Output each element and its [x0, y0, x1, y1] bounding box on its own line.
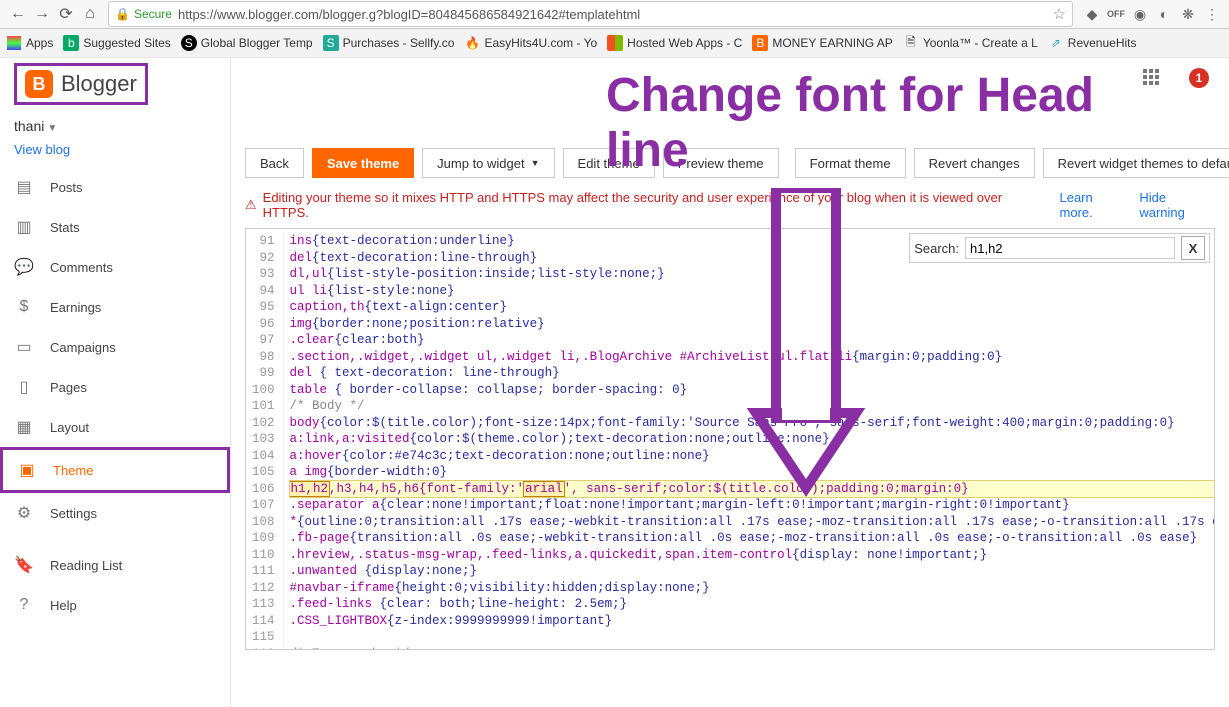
brand-text: Blogger: [61, 71, 137, 97]
gear-icon: ⚙: [14, 503, 34, 523]
view-blog-link[interactable]: View blog: [0, 138, 230, 167]
preview-theme-button[interactable]: Preview theme: [663, 148, 779, 178]
lock-icon: 🔒: [115, 7, 130, 21]
ext-icon-3[interactable]: ◐: [1153, 3, 1175, 25]
warning-icon: ⚠: [245, 197, 257, 213]
back-button[interactable]: Back: [245, 148, 304, 178]
https-warning: ⚠ Editing your theme so it mixes HTTP an…: [231, 190, 1229, 228]
line-gutter: 9192939495969798991001011021031041051061…: [246, 233, 284, 650]
sidebar-item-label: Help: [50, 598, 77, 613]
secure-label: Secure: [134, 7, 172, 21]
menu-icon[interactable]: ⋮: [1201, 3, 1223, 25]
sidebar: B Blogger thani▼ View blog ▤ Posts ▥ Stats…: [0, 58, 231, 707]
reload-icon[interactable]: ⟳: [54, 2, 78, 26]
main-layout: B Blogger thani▼ View blog ▤Posts ▥Stats…: [0, 58, 1229, 707]
sidebar-item-stats[interactable]: ▥ Stats: [0, 207, 230, 247]
bookmark-item[interactable]: SPurchases - Sellfy.co: [323, 35, 455, 51]
format-theme-button[interactable]: Format theme: [795, 148, 906, 178]
sidebar-item-label: Reading List: [50, 558, 122, 573]
code-editor[interactable]: Search: X 919293949596979899100101102103…: [245, 228, 1215, 650]
back-icon[interactable]: ←: [6, 2, 30, 26]
bookmark-item[interactable]: bSuggested Sites: [63, 35, 170, 51]
bookmark-item[interactable]: Hosted Web Apps - C: [607, 35, 742, 51]
sidebar-item-label: Stats: [50, 220, 80, 235]
sidebar-item-label: Campaigns: [50, 340, 116, 355]
campaigns-icon: ▭: [14, 337, 34, 357]
header-right: 1: [1143, 68, 1209, 88]
address-bar[interactable]: 🔒 Secure https://www.blogger.com/blogger…: [108, 1, 1073, 27]
blog-selector[interactable]: thani▼: [0, 110, 230, 138]
sidebar-item-theme[interactable]: ▣ Theme: [0, 447, 230, 493]
ext-icon-2[interactable]: ◉: [1129, 3, 1151, 25]
pages-icon: ▯: [14, 377, 34, 397]
ext-icon-off[interactable]: OFF: [1105, 3, 1127, 25]
edit-theme-button[interactable]: Edit theme: [563, 148, 655, 178]
notification-badge[interactable]: 1: [1189, 68, 1209, 88]
bookmark-item[interactable]: ⇗RevenueHits: [1048, 35, 1137, 51]
code-lines[interactable]: ins{text-decoration:underline}del{text-d…: [284, 233, 1215, 650]
sidebar-item-label: Theme: [53, 463, 93, 478]
chevron-down-icon: ▼: [47, 123, 57, 134]
close-search-button[interactable]: X: [1181, 236, 1205, 260]
theme-toolbar: Back Save theme Jump to widget▼ Edit the…: [231, 58, 1229, 190]
sidebar-item-posts[interactable]: ▤ Posts: [0, 167, 230, 207]
search-label: Search:: [914, 241, 959, 256]
learn-more-link[interactable]: Learn more.: [1059, 190, 1129, 220]
posts-icon: ▤: [14, 177, 34, 197]
blog-name: thani: [14, 118, 44, 134]
bookmark-item[interactable]: SGlobal Blogger Temp: [181, 35, 313, 51]
browser-toolbar: ← → ⟳ ⌂ 🔒 Secure https://www.blogger.com…: [0, 0, 1229, 29]
sidebar-item-earnings[interactable]: $ Earnings: [0, 287, 230, 327]
blogger-logo[interactable]: B Blogger: [14, 63, 148, 105]
sidebar-item-label: Settings: [50, 506, 97, 521]
stats-icon: ▥: [14, 217, 34, 237]
home-icon[interactable]: ⌂: [78, 2, 102, 26]
theme-icon: ▣: [17, 460, 37, 480]
sidebar-item-readinglist[interactable]: 🔖 Reading List: [0, 545, 230, 585]
revert-changes-button[interactable]: Revert changes: [914, 148, 1035, 178]
bookmark-item[interactable]: BMONEY EARNING AP: [752, 35, 892, 51]
comments-icon: 💬: [14, 257, 34, 277]
hide-warning-link[interactable]: Hide warning: [1139, 190, 1215, 220]
sidebar-item-settings[interactable]: ⚙ Settings: [0, 493, 230, 533]
jump-to-widget-button[interactable]: Jump to widget▼: [422, 148, 554, 178]
sidebar-item-label: Earnings: [50, 300, 101, 315]
sidebar-item-pages[interactable]: ▯ Pages: [0, 367, 230, 407]
content-area: 1 Change font for Headline Back Save the…: [231, 58, 1229, 707]
apps-shortcut[interactable]: Apps: [6, 35, 53, 51]
url-text: https://www.blogger.com/blogger.g?blogID…: [178, 7, 640, 22]
sidebar-nav: ▤ Posts ▥ Stats 💬 Comments $ Earnings ▭ Campa…: [0, 167, 230, 625]
search-input[interactable]: [965, 237, 1175, 259]
sidebar-item-layout[interactable]: ▦ Layout: [0, 407, 230, 447]
bookmark-item[interactable]: 🔥EasyHits4U.com - Yo: [464, 35, 597, 51]
ext-icon-1[interactable]: ◆: [1081, 3, 1103, 25]
layout-icon: ▦: [14, 417, 34, 437]
sidebar-item-help[interactable]: ? Help: [0, 585, 230, 625]
bookmark-star-icon[interactable]: ☆: [1053, 5, 1066, 23]
editor-search-bar: Search: X: [909, 233, 1210, 263]
sidebar-item-comments[interactable]: 💬 Comments: [0, 247, 230, 287]
bookmark-icon: 🔖: [14, 555, 34, 575]
sidebar-item-label: Comments: [50, 260, 113, 275]
ext-icon-4[interactable]: ❋: [1177, 3, 1199, 25]
sidebar-item-campaigns[interactable]: ▭ Campaigns: [0, 327, 230, 367]
revert-widget-button[interactable]: Revert widget themes to default: [1043, 148, 1229, 178]
sidebar-item-label: Posts: [50, 180, 83, 195]
bookmarks-bar: Apps bSuggested Sites SGlobal Blogger Te…: [0, 29, 1229, 58]
sidebar-item-label: Layout: [50, 420, 89, 435]
forward-icon[interactable]: →: [30, 2, 54, 26]
bookmark-item[interactable]: 🗎Yoonla™ - Create a L: [903, 35, 1038, 51]
help-icon: ?: [14, 595, 34, 615]
blogger-b-icon: B: [25, 70, 53, 98]
chevron-down-icon: ▼: [531, 158, 540, 168]
google-apps-icon[interactable]: [1143, 69, 1161, 87]
earnings-icon: $: [14, 297, 34, 317]
warning-text: Editing your theme so it mixes HTTP and …: [263, 190, 1050, 220]
save-theme-button[interactable]: Save theme: [312, 148, 414, 178]
sidebar-item-label: Pages: [50, 380, 87, 395]
